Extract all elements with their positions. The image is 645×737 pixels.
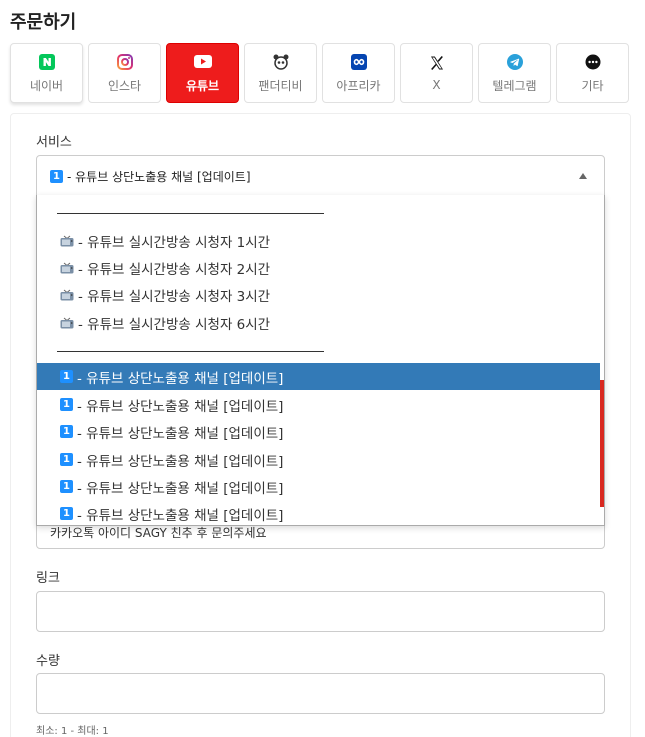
platform-tabs: 네이버 인스타 유튜브 팬더티비 아프리카 X 텔레그램 기타 (10, 43, 629, 103)
tv-icon (60, 262, 74, 274)
tab-label: 네이버 (29, 78, 64, 93)
keycap-1-icon: 1 (60, 425, 73, 438)
scrollbar-thumb[interactable] (600, 380, 604, 507)
link-input[interactable] (36, 591, 605, 632)
keycap-1-icon: 1 (50, 170, 63, 183)
tab-label: 유튜브 (185, 78, 220, 93)
service-option[interactable]: - 유튜브 실시간방송 시청자 1시간 (37, 227, 602, 254)
keycap-1-icon: 1 (60, 507, 73, 520)
tab-telegram[interactable]: 텔레그램 (478, 43, 551, 103)
option-text: - 유튜브 상단노출용 채널 [업데이트] (77, 507, 284, 524)
service-selected-text: - 유튜브 상단노출용 채널 [업데이트] (67, 170, 251, 184)
service-label: 서비스 (36, 135, 72, 150)
naver-icon (38, 53, 56, 71)
tab-instagram[interactable]: 인스타 (88, 43, 161, 103)
caret-up-icon (579, 173, 587, 179)
tab-label: 인스타 (107, 78, 142, 93)
service-dropdown[interactable]: - 유튜브 실시간방송 시청자 1시간 - 유튜브 실시간방송 시청자 2시간 … (36, 195, 605, 526)
description-text: 카카오톡 아이디 SAGY 친추 후 문의주세요 (50, 526, 267, 540)
service-option[interactable]: 1 - 유튜브 상단노출용 채널 [업데이트] (37, 500, 602, 525)
service-option[interactable]: 1 - 유튜브 상단노출용 채널 [업데이트] (37, 446, 602, 473)
tab-label: 팬더티비 (258, 78, 303, 93)
youtube-icon (193, 53, 212, 71)
tab-label: 아프리카 (336, 78, 381, 93)
service-option[interactable]: - 유튜브 실시간방송 시청자 2시간 (37, 254, 602, 281)
more-icon (584, 53, 602, 71)
tab-label: 텔레그램 (492, 78, 537, 93)
option-separator (57, 351, 324, 352)
option-text: - 유튜브 실시간방송 시청자 1시간 (78, 234, 271, 251)
tab-afreeca[interactable]: 아프리카 (322, 43, 395, 103)
service-option[interactable]: 1 - 유튜브 상단노출용 채널 [업데이트] (37, 473, 602, 500)
keycap-1-icon: 1 (60, 398, 73, 411)
service-option[interactable]: 1 - 유튜브 상단노출용 채널 [업데이트] (37, 391, 602, 418)
service-option-selected[interactable]: 1 - 유튜브 상단노출용 채널 [업데이트] (37, 363, 602, 390)
keycap-1-icon: 1 (60, 453, 73, 466)
option-text: - 유튜브 상단노출용 채널 [업데이트] (77, 425, 284, 442)
tv-icon (60, 289, 74, 301)
tab-x[interactable]: X (400, 43, 473, 103)
quantity-label: 수량 (36, 654, 60, 669)
tab-youtube[interactable]: 유튜브 (166, 43, 239, 103)
service-option[interactable]: - 유튜브 실시간방송 시청자 6시간 (37, 309, 602, 336)
x-icon (428, 54, 446, 72)
tv-icon (60, 235, 74, 247)
option-text: - 유튜브 실시간방송 시청자 3시간 (78, 288, 271, 305)
tab-label: X (432, 78, 441, 92)
telegram-icon (506, 53, 524, 71)
tab-label: 기타 (581, 78, 604, 93)
quantity-hint: 최소: 1 - 최대: 1 (36, 726, 109, 737)
option-text: - 유튜브 상단노출용 채널 [업데이트] (77, 480, 284, 497)
link-label: 링크 (36, 571, 60, 586)
option-text: - 유튜브 실시간방송 시청자 2시간 (78, 261, 271, 278)
service-selected-value: 1 - 유튜브 상단노출용 채널 [업데이트] (50, 168, 251, 185)
option-separator (57, 213, 324, 214)
option-text: - 유튜브 실시간방송 시청자 6시간 (78, 316, 271, 333)
keycap-1-icon: 1 (60, 480, 73, 493)
page-title: 주문하기 (10, 12, 77, 33)
instagram-icon (116, 53, 134, 71)
afreeca-icon (350, 53, 368, 71)
keycap-1-icon: 1 (60, 370, 73, 383)
quantity-input[interactable] (36, 673, 605, 714)
tab-naver[interactable]: 네이버 (10, 43, 83, 103)
service-option[interactable]: - 유튜브 실시간방송 시청자 3시간 (37, 281, 602, 308)
tab-etc[interactable]: 기타 (556, 43, 629, 103)
pandatv-icon (272, 53, 290, 71)
service-select[interactable]: 1 - 유튜브 상단노출용 채널 [업데이트] (36, 155, 605, 196)
option-text: - 유튜브 상단노출용 채널 [업데이트] (77, 370, 284, 387)
option-text: - 유튜브 상단노출용 채널 [업데이트] (77, 398, 284, 415)
tab-pandatv[interactable]: 팬더티비 (244, 43, 317, 103)
option-text: - 유튜브 상단노출용 채널 [업데이트] (77, 453, 284, 470)
dropdown-scrollbar[interactable] (600, 195, 604, 525)
tv-icon (60, 317, 74, 329)
service-option[interactable]: 1 - 유튜브 상단노출용 채널 [업데이트] (37, 418, 602, 445)
